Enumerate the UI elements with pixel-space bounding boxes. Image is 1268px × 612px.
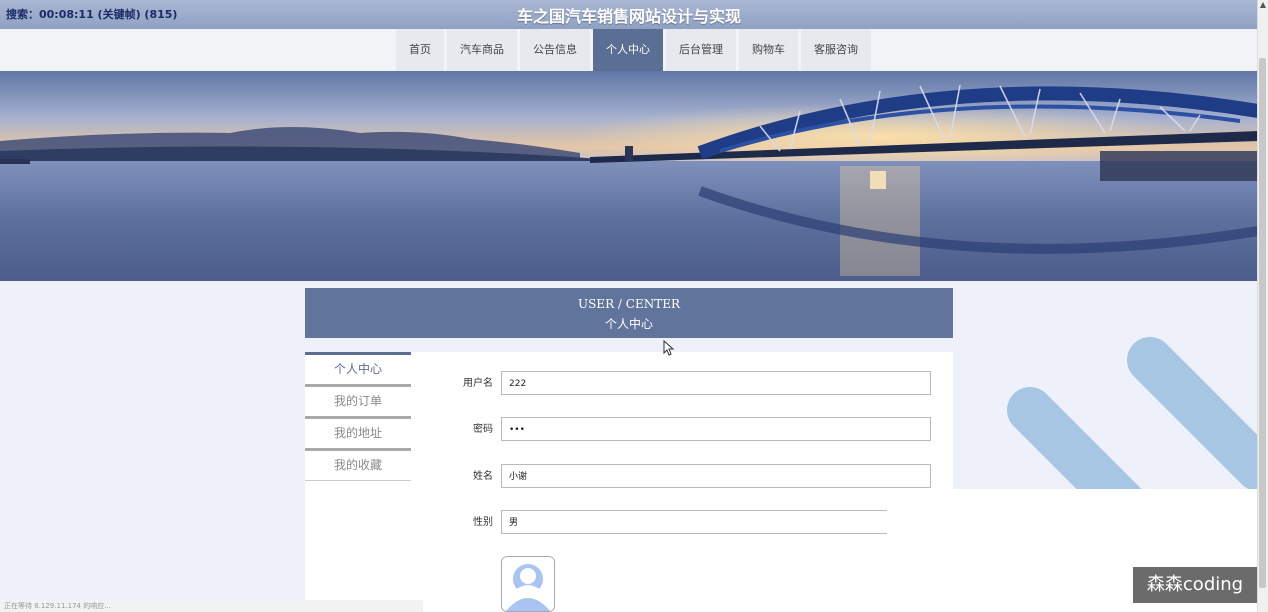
nav-customer-service[interactable]: 客服咨询 xyxy=(801,29,871,71)
username-label: 用户名 xyxy=(463,378,493,389)
gender-label: 性别 xyxy=(473,517,493,528)
nav-car-products[interactable]: 汽车商品 xyxy=(447,29,517,71)
nav-cart[interactable]: 购物车 xyxy=(739,29,798,71)
password-label: 密码 xyxy=(473,424,493,435)
side-item-my-address[interactable]: 我的地址 xyxy=(305,416,411,448)
top-title-bar: 搜索：00:08:11 (关键帧) (815) 车之国汽车销售网站设计与实现 xyxy=(0,0,1258,29)
scroll-thumb[interactable] xyxy=(1259,58,1266,588)
nav-home[interactable]: 首页 xyxy=(396,29,444,71)
nav-bar: 首页 汽车商品 公告信息 个人中心 后台管理 购物车 客服咨询 xyxy=(0,29,1258,71)
side-item-personal-center[interactable]: 个人中心 xyxy=(305,352,411,384)
avatar-upload[interactable] xyxy=(501,556,555,612)
password-row: 密码 ••• xyxy=(435,417,935,443)
mouse-cursor-icon xyxy=(663,340,675,356)
header-title-cn: 个人中心 xyxy=(604,317,653,331)
header-title-en: USER / CENTER xyxy=(577,297,681,311)
nav-announcements[interactable]: 公告信息 xyxy=(520,29,590,71)
side-item-my-favorites[interactable]: 我的收藏 xyxy=(305,448,411,481)
watermark: 森森coding xyxy=(1133,567,1257,603)
scroll-up-arrow-icon[interactable]: ▲ xyxy=(1258,0,1268,10)
user-center-panel: 个人中心 我的订单 我的地址 我的收藏 用户名 222 密码 ••• 姓名 小谢… xyxy=(305,352,953,612)
nav-personal-center[interactable]: 个人中心 xyxy=(593,29,663,71)
nav-admin[interactable]: 后台管理 xyxy=(666,29,736,71)
username-field[interactable]: 222 xyxy=(501,371,931,395)
user-avatar-icon xyxy=(502,557,554,611)
password-field[interactable]: ••• xyxy=(501,417,931,441)
name-field[interactable]: 小谢 xyxy=(501,464,931,488)
name-row: 姓名 小谢 xyxy=(435,464,935,490)
banner-image xyxy=(0,71,1258,281)
side-item-my-orders[interactable]: 我的订单 xyxy=(305,384,411,416)
name-label: 姓名 xyxy=(473,471,493,482)
user-center-header: USER / CENTER 个人中心 xyxy=(305,288,953,338)
browser-status-bar: 正在等待 8.129.11.174 的响应... xyxy=(0,600,423,612)
site-title: 车之国汽车销售网站设计与实现 xyxy=(516,7,741,26)
side-menu: 个人中心 我的订单 我的地址 我的收藏 xyxy=(305,352,411,481)
main-nav: 首页 汽车商品 公告信息 个人中心 后台管理 购物车 客服咨询 xyxy=(396,29,871,71)
vertical-scrollbar[interactable]: ▲ xyxy=(1257,0,1268,612)
bridge-lake-illustration xyxy=(0,71,1258,281)
username-row: 用户名 222 xyxy=(435,371,935,397)
gender-field[interactable]: 男 xyxy=(501,510,931,534)
gender-row: 性别 男 xyxy=(435,510,935,536)
